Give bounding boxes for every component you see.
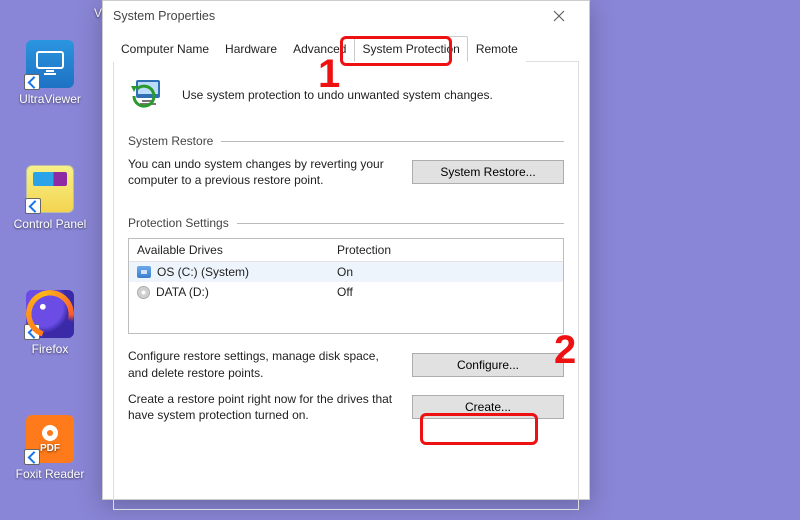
control-panel-icon bbox=[26, 165, 74, 213]
intro-text: Use system protection to undo unwanted s… bbox=[182, 88, 493, 102]
tab-hardware[interactable]: Hardware bbox=[217, 36, 285, 62]
drive-name: DATA (D:) bbox=[156, 285, 209, 299]
desktop-icon-label: UltraViewer bbox=[10, 92, 90, 106]
shortcut-badge-icon bbox=[24, 74, 40, 90]
drives-listview[interactable]: Available Drives Protection OS (C:) (Sys… bbox=[128, 238, 564, 334]
firefox-icon bbox=[26, 290, 74, 338]
system-restore-icon bbox=[128, 76, 170, 114]
disc-icon bbox=[137, 286, 150, 299]
desktop-icon-firefox[interactable]: Firefox bbox=[10, 290, 90, 356]
shortcut-badge-icon bbox=[24, 449, 40, 465]
legend-system-restore: System Restore bbox=[128, 134, 213, 148]
tab-system-protection[interactable]: System Protection bbox=[354, 36, 467, 62]
svg-text:PDF: PDF bbox=[40, 443, 60, 454]
create-button[interactable]: Create... bbox=[412, 395, 564, 419]
tab-advanced[interactable]: Advanced bbox=[285, 36, 354, 62]
configure-desc: Configure restore settings, manage disk … bbox=[128, 348, 398, 380]
legend-protection-settings: Protection Settings bbox=[128, 216, 229, 230]
tab-computer-name[interactable]: Computer Name bbox=[113, 36, 217, 62]
close-button[interactable] bbox=[539, 1, 579, 31]
system-properties-dialog: System Properties Computer Name Hardware… bbox=[102, 0, 590, 500]
col-available-drives[interactable]: Available Drives bbox=[129, 239, 329, 261]
shortcut-badge-icon bbox=[24, 324, 40, 340]
desktop-icon-label: Foxit Reader bbox=[10, 467, 90, 481]
desktop-icon-control-panel[interactable]: Control Panel bbox=[10, 165, 90, 231]
col-protection[interactable]: Protection bbox=[329, 239, 563, 261]
system-restore-desc: You can undo system changes by reverting… bbox=[128, 156, 398, 188]
drive-name: OS (C:) (System) bbox=[157, 265, 249, 279]
foxit-pdf-icon: PDF bbox=[26, 415, 74, 463]
tab-remote[interactable]: Remote bbox=[468, 36, 526, 62]
tab-panel-system-protection: Use system protection to undo unwanted s… bbox=[113, 62, 579, 510]
desktop-icon-ultraviewer[interactable]: UltraViewer bbox=[10, 40, 90, 106]
window-title: System Properties bbox=[113, 9, 215, 23]
desktop-icon-label: Firefox bbox=[10, 342, 90, 356]
system-restore-button[interactable]: System Restore... bbox=[412, 160, 564, 184]
desktop-icon-foxit-reader[interactable]: PDF Foxit Reader bbox=[10, 415, 90, 481]
shortcut-badge-icon bbox=[25, 198, 41, 214]
drive-status: On bbox=[329, 262, 563, 282]
hdd-icon bbox=[137, 266, 151, 278]
create-desc: Create a restore point right now for the… bbox=[128, 391, 398, 423]
fieldset-protection-settings: Protection Settings Available Drives Pro… bbox=[128, 216, 564, 423]
close-icon bbox=[553, 10, 565, 22]
fieldset-system-restore: System Restore You can undo system chang… bbox=[128, 134, 564, 188]
drive-row[interactable]: DATA (D:) Off bbox=[129, 282, 563, 302]
hidden-desktop-fragment: V bbox=[94, 6, 102, 20]
tab-strip: Computer Name Hardware Advanced System P… bbox=[113, 35, 579, 62]
titlebar[interactable]: System Properties bbox=[103, 1, 589, 31]
drive-row[interactable]: OS (C:) (System) On bbox=[129, 262, 563, 282]
monitor-icon bbox=[26, 40, 74, 88]
configure-button[interactable]: Configure... bbox=[412, 353, 564, 377]
desktop-icon-label: Control Panel bbox=[10, 217, 90, 231]
drives-header: Available Drives Protection bbox=[129, 239, 563, 262]
drive-status: Off bbox=[329, 282, 563, 302]
